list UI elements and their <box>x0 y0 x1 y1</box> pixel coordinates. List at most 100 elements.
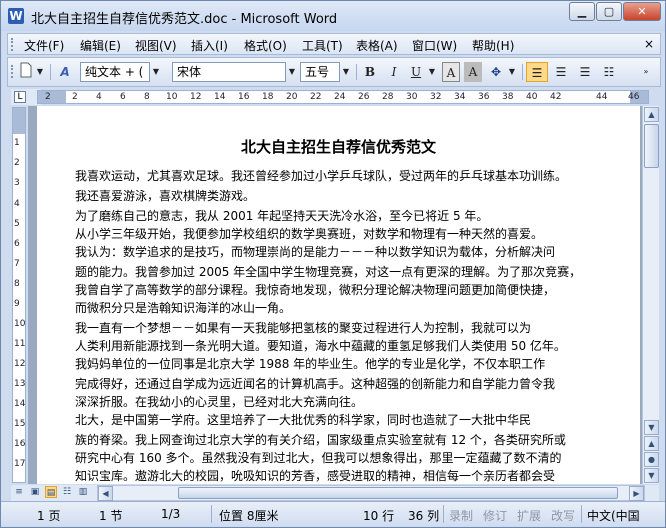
scroll-down-icon[interactable]: ▼ <box>644 420 659 435</box>
ruler-tick-label: 10 <box>14 319 26 329</box>
horizontal-ruler[interactable]: 2 2 4 6 8 10 12 14 16 18 20 22 24 26 28 … <box>37 90 649 104</box>
view-and-horizontal-scroll: ≡ ▣ ▤ ☷ ▥ ◀ ▶ <box>11 485 659 501</box>
ruler-tick-label: 9 <box>14 299 20 309</box>
select-browse-object-icon[interactable]: ● <box>644 452 659 467</box>
document-line: 题的能力。我曾参加过 2005 年全国中学生物理竞赛，对这一点有更深的理解。为了… <box>75 265 582 279</box>
ruler-tick-label: 24 <box>334 92 346 102</box>
status-separator <box>581 505 582 523</box>
document-line: 为了磨练自己的意志，我从 2001 年起坚持天天洗冷水浴，至今已将近 5 年。 <box>75 209 489 223</box>
menu-help[interactable]: 帮助(H) <box>472 37 514 54</box>
scroll-up-icon[interactable]: ▲ <box>644 107 659 122</box>
menu-table[interactable]: 表格(A) <box>356 37 398 54</box>
character-border-icon[interactable]: A <box>442 62 460 82</box>
word-app-icon[interactable]: W <box>8 8 24 24</box>
vertical-ruler[interactable]: 1 2 3 4 5 6 7 8 9 10 11 12 13 14 15 16 1… <box>12 107 26 483</box>
vertical-scrollbar[interactable]: ▲ ▼ ▲ ● ▼ <box>642 106 659 484</box>
document-line: 族的脊梁。我上网查询过北京大学的有关介绍，国家级重点实验室就有 12 个，各类研… <box>75 433 566 447</box>
menu-tools[interactable]: 工具(T) <box>302 37 343 54</box>
align-center-icon[interactable]: ☰ <box>550 62 572 82</box>
distributed-align-icon[interactable]: ☷ <box>598 62 620 82</box>
ruler-tick-label: 40 <box>526 92 538 102</box>
close-document-icon[interactable]: × <box>644 37 654 51</box>
bold-button[interactable]: B <box>360 62 380 82</box>
new-document-dropdown-icon[interactable]: ▼ <box>34 62 46 82</box>
maximize-button[interactable]: ▢ <box>596 2 622 21</box>
styles-formatting-icon[interactable]: A <box>54 62 76 82</box>
scroll-right-icon[interactable]: ▶ <box>629 486 644 501</box>
align-right-icon[interactable]: ☰ <box>574 62 596 82</box>
status-bar: 1 页 1 节 1/3 位置 8厘米 10 行 36 列 录制 修订 扩展 改写… <box>1 501 665 527</box>
normal-view-icon[interactable]: ≡ <box>13 486 25 498</box>
document-line: 研究中心有 160 多个。虽然我没有到过北大，但我可以想象得出，那里一定蕴藏了数… <box>75 451 562 465</box>
status-record[interactable]: 录制 <box>449 507 473 524</box>
ruler-tick-label: 5 <box>14 219 20 229</box>
tab-stop-selector-icon[interactable]: L <box>14 91 26 103</box>
menu-format[interactable]: 格式(O) <box>244 37 287 54</box>
character-scale-dropdown-icon[interactable]: ▼ <box>506 62 518 82</box>
character-shading-icon[interactable]: A <box>464 62 482 82</box>
next-page-icon[interactable]: ▼ <box>644 468 659 483</box>
italic-button[interactable]: I <box>384 62 404 82</box>
ruler-tick-label: 12 <box>190 92 202 102</box>
ruler-tick-label: 16 <box>14 439 26 449</box>
ruler-tick-label: 14 <box>214 92 226 102</box>
align-justify-icon[interactable]: ☰ <box>526 62 548 82</box>
menu-window[interactable]: 窗口(W) <box>412 37 457 54</box>
underline-button[interactable]: U <box>406 62 426 82</box>
style-select[interactable]: 纯文本 + ( <box>80 62 150 82</box>
document-line: 我妈妈单位的一位同事是北京大学 1988 年的毕业生。他学的专业是化学，不仅本职… <box>75 357 546 371</box>
ruler-tick-label: 2 <box>72 92 78 102</box>
menu-grip-handle[interactable] <box>11 38 16 51</box>
ruler-tick-label: 11 <box>14 339 26 349</box>
status-section: 1 节 <box>99 509 123 523</box>
font-select[interactable]: 宋体 <box>172 62 286 82</box>
font-size-select[interactable]: 五号 <box>300 62 340 82</box>
font-dropdown-icon[interactable]: ▼ <box>286 62 298 82</box>
word-window: W 北大自主招生自荐信优秀范文.doc - Microsoft Word ▁ ▢… <box>0 0 666 528</box>
underline-dropdown-icon[interactable]: ▼ <box>426 62 438 82</box>
status-language[interactable]: 中文(中国 <box>587 507 640 524</box>
menu-file[interactable]: 文件(F) <box>24 37 64 54</box>
ruler-tick-label: 34 <box>454 92 466 102</box>
ruler-tick-label: 8 <box>144 92 150 102</box>
status-column: 36 列 <box>408 509 440 523</box>
ruler-tick-label: 4 <box>14 199 20 209</box>
toolbar-options-icon[interactable]: » <box>640 62 652 82</box>
ruler-tick-label: 3 <box>14 178 20 188</box>
previous-page-icon[interactable]: ▲ <box>644 436 659 451</box>
menu-view[interactable]: 视图(V) <box>135 37 177 54</box>
menu-edit[interactable]: 编辑(E) <box>80 37 121 54</box>
ruler-tick-label: 6 <box>14 239 20 249</box>
document-title: 北大自主招生自荐信优秀范文 <box>240 138 436 156</box>
horizontal-scrollbar[interactable]: ◀ ▶ <box>97 485 645 501</box>
web-layout-view-icon[interactable]: ▣ <box>29 486 41 498</box>
ruler-tick-label: 2 <box>45 92 51 102</box>
ruler-tick-label: 36 <box>478 92 490 102</box>
status-separator <box>211 505 212 523</box>
minimize-button[interactable]: ▁ <box>569 2 595 21</box>
document-line: 我曾自学了高等数学的部分课程。我惊奇地发现，微积分理论解决物理问题更加简便快捷， <box>75 283 556 297</box>
ruler-tick-label: 12 <box>14 359 26 369</box>
style-dropdown-icon[interactable]: ▼ <box>150 62 162 82</box>
document-line: 知识宝库。遨游北大的校园，吮吸知识的芳香，感受进取的精神，相信每一个亲历者都会受 <box>75 469 556 483</box>
vertical-scroll-thumb[interactable] <box>644 124 659 168</box>
document-page[interactable]: 北大自主招生自荐信优秀范文 我喜欢运动，尤其喜欢足球。我还曾经参加过小学乒乓球队… <box>37 106 640 484</box>
horizontal-scroll-thumb[interactable] <box>178 487 618 499</box>
toolbar-grip-handle[interactable] <box>11 65 16 78</box>
character-scale-icon[interactable]: ✥ <box>486 62 506 82</box>
outline-view-icon[interactable]: ☷ <box>61 486 73 498</box>
font-size-dropdown-icon[interactable]: ▼ <box>340 62 352 82</box>
status-overtype[interactable]: 改写 <box>551 507 575 524</box>
reading-layout-view-icon[interactable]: ▥ <box>77 486 89 498</box>
left-margin-area <box>38 91 66 103</box>
ruler-tick-label: 46 <box>628 92 640 102</box>
menu-insert[interactable]: 插入(I) <box>191 37 228 54</box>
ruler-tick-label: 38 <box>502 92 514 102</box>
new-document-icon[interactable] <box>18 62 34 82</box>
print-layout-view-icon[interactable]: ▤ <box>45 486 57 498</box>
ruler-tick-label: 30 <box>406 92 418 102</box>
status-track-changes[interactable]: 修订 <box>483 507 507 524</box>
scroll-left-icon[interactable]: ◀ <box>98 486 113 501</box>
status-extend[interactable]: 扩展 <box>517 507 541 524</box>
close-button[interactable]: ✕ <box>623 2 661 21</box>
